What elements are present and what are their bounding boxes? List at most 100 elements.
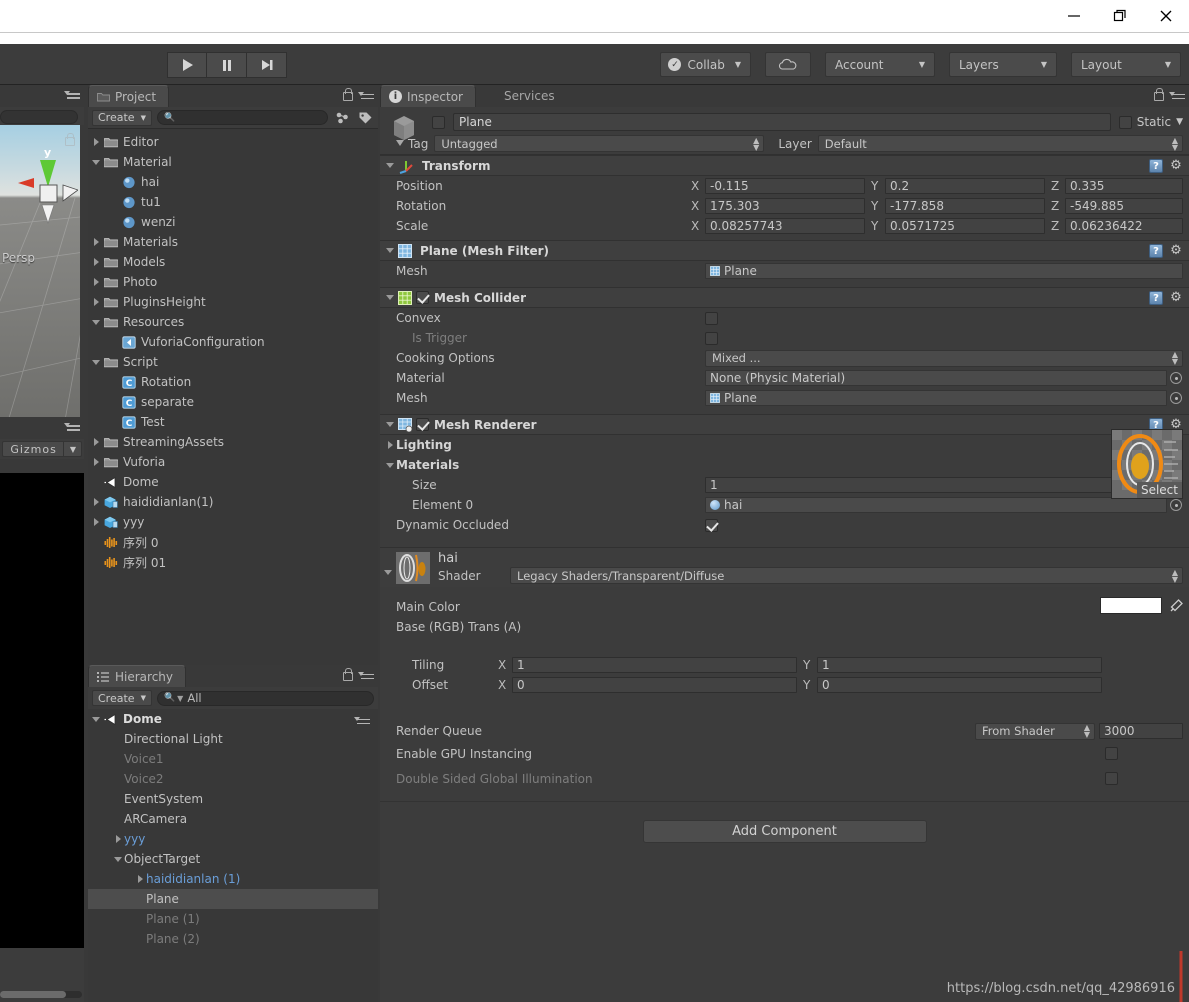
materials-foldout-row[interactable]: Materials	[380, 455, 1189, 475]
hierarchy-item[interactable]: Directional Light	[88, 729, 378, 749]
position-z-field[interactable]: 0.335	[1065, 178, 1183, 194]
project-tree-item[interactable]: C Test	[88, 412, 378, 432]
foldout-icon[interactable]	[90, 498, 102, 506]
foldout-icon[interactable]	[90, 359, 102, 365]
object-picker-icon[interactable]	[1170, 372, 1182, 384]
layer-dropdown[interactable]: Default ▲ ▼	[817, 135, 1183, 152]
scene-viewport[interactable]: y Persp	[0, 125, 80, 417]
double-sided-gi-checkbox[interactable]	[1105, 772, 1118, 785]
foldout-icon[interactable]	[90, 298, 102, 306]
panel-menu-icon[interactable]	[64, 88, 80, 99]
object-active-checkbox[interactable]	[432, 115, 445, 129]
tab-project[interactable]: Project	[88, 85, 170, 107]
pause-icon[interactable]	[207, 52, 247, 78]
project-tree-item[interactable]: Vuforia	[88, 452, 378, 472]
help-icon[interactable]: ?	[1149, 291, 1163, 305]
tab-inspector[interactable]: i Inspector	[380, 85, 476, 107]
gpu-instancing-checkbox[interactable]	[1105, 747, 1118, 760]
position-y-field[interactable]: 0.2	[885, 178, 1045, 194]
project-filter-by-type-icon[interactable]	[333, 110, 351, 126]
project-tree-item[interactable]: 序列 01	[88, 552, 378, 572]
hierarchy-create-button[interactable]: Create ▼	[92, 690, 152, 706]
scroll-indicator[interactable]	[1177, 951, 1185, 1002]
project-tree-item[interactable]: wenzi	[88, 212, 378, 232]
tab-hierarchy[interactable]: Hierarchy	[88, 665, 187, 687]
hierarchy-item[interactable]: Voice2	[88, 769, 378, 789]
foldout-icon[interactable]	[384, 163, 396, 168]
foldout-icon[interactable]	[384, 248, 396, 253]
scene-search-field[interactable]	[0, 107, 84, 125]
hierarchy-item[interactable]: Plane (2)	[88, 929, 378, 949]
cooking-options-dropdown[interactable]: Mixed ... ▲ ▼	[705, 349, 1183, 367]
scale-y-field[interactable]: 0.0571725	[885, 218, 1045, 234]
lock-icon[interactable]	[1153, 88, 1164, 101]
project-filter-by-label-icon[interactable]	[356, 110, 374, 126]
foldout-icon[interactable]	[384, 441, 396, 449]
hierarchy-item[interactable]: yyy	[88, 829, 378, 849]
layout-button[interactable]: Layout ▼	[1071, 52, 1181, 77]
scale-z-field[interactable]: 0.06236422	[1065, 218, 1183, 234]
object-name-field[interactable]: Plane	[453, 113, 1111, 131]
layers-button[interactable]: Layers ▼	[949, 52, 1057, 77]
project-tree-item[interactable]: StreamingAssets	[88, 432, 378, 452]
hierarchy-search-field[interactable]: 🔍 ▼ All	[156, 690, 374, 706]
mesh-filter-component-header[interactable]: Plane (Mesh Filter) ? ⚙	[380, 240, 1189, 261]
collab-button[interactable]: ✓ Collab ▼	[660, 52, 751, 77]
materials-element0-field[interactable]: hai	[705, 497, 1167, 513]
mesh-collider-component-header[interactable]: Mesh Collider ? ⚙	[380, 287, 1189, 308]
panel-menu-icon[interactable]	[358, 669, 374, 680]
lock-icon[interactable]	[342, 88, 353, 101]
project-tree-item[interactable]: Photo	[88, 272, 378, 292]
position-x-field[interactable]: -0.115	[705, 178, 865, 194]
foldout-icon[interactable]	[90, 716, 102, 722]
project-tree-item[interactable]: yyy	[88, 512, 378, 532]
hierarchy-item[interactable]: haididianlan (1)	[88, 869, 378, 889]
foldout-icon[interactable]	[90, 258, 102, 266]
project-tree-item[interactable]: Resources	[88, 312, 378, 332]
static-checkbox[interactable]	[1118, 115, 1132, 129]
horizontal-scrollbar[interactable]	[0, 991, 82, 998]
foldout-icon[interactable]	[382, 570, 394, 575]
hierarchy-tree[interactable]: Dome Directional Light Voice1 Voice2 EventSy…	[88, 709, 378, 1002]
project-search-input[interactable]	[179, 111, 321, 124]
project-create-button[interactable]: Create ▼	[92, 109, 152, 126]
gear-icon[interactable]: ⚙	[1169, 159, 1183, 173]
game-viewport[interactable]	[0, 473, 84, 948]
play-icon[interactable]	[167, 52, 207, 78]
rotation-z-field[interactable]: -549.885	[1065, 198, 1183, 214]
rotation-y-field[interactable]: -177.858	[885, 198, 1045, 214]
texture-preview-wrap[interactable]: Select	[1111, 429, 1183, 499]
project-tree-item[interactable]: Dome	[88, 472, 378, 492]
foldout-icon[interactable]	[134, 875, 146, 883]
hierarchy-item[interactable]: Dome	[88, 709, 378, 729]
static-toggle-group[interactable]: Static ▼	[1118, 115, 1183, 129]
foldout-icon[interactable]	[90, 159, 102, 165]
foldout-icon[interactable]	[112, 835, 124, 843]
project-search-field[interactable]: 🔍	[156, 110, 328, 125]
foldout-icon[interactable]	[90, 238, 102, 246]
panel-menu-icon[interactable]	[358, 89, 374, 100]
project-tree-item[interactable]: Material	[88, 152, 378, 172]
hierarchy-item[interactable]: Plane	[88, 889, 378, 909]
gear-icon[interactable]: ⚙	[1169, 244, 1183, 258]
lock-icon[interactable]	[342, 668, 353, 681]
hierarchy-item[interactable]: ObjectTarget	[88, 849, 378, 869]
step-icon[interactable]	[247, 52, 287, 78]
project-tree-item[interactable]: PluginsHeight	[88, 292, 378, 312]
minimize-icon[interactable]	[1051, 0, 1097, 32]
panel-menu-icon[interactable]	[64, 420, 80, 431]
close-icon[interactable]	[1143, 0, 1189, 32]
hierarchy-item[interactable]: EventSystem	[88, 789, 378, 809]
eyedropper-icon[interactable]	[1168, 598, 1184, 614]
object-picker-icon[interactable]	[1170, 392, 1182, 404]
rotation-x-field[interactable]: 175.303	[705, 198, 865, 214]
tiling-y-field[interactable]: 1	[817, 657, 1102, 673]
tab-services[interactable]: Services	[496, 85, 567, 107]
cloud-button[interactable]	[765, 52, 811, 77]
foldout-icon[interactable]	[90, 138, 102, 146]
foldout-icon[interactable]	[90, 518, 102, 526]
is-trigger-checkbox[interactable]	[705, 331, 718, 345]
lighting-foldout-row[interactable]: Lighting	[380, 435, 1189, 455]
foldout-icon[interactable]	[90, 319, 102, 325]
foldout-icon[interactable]	[384, 422, 396, 427]
